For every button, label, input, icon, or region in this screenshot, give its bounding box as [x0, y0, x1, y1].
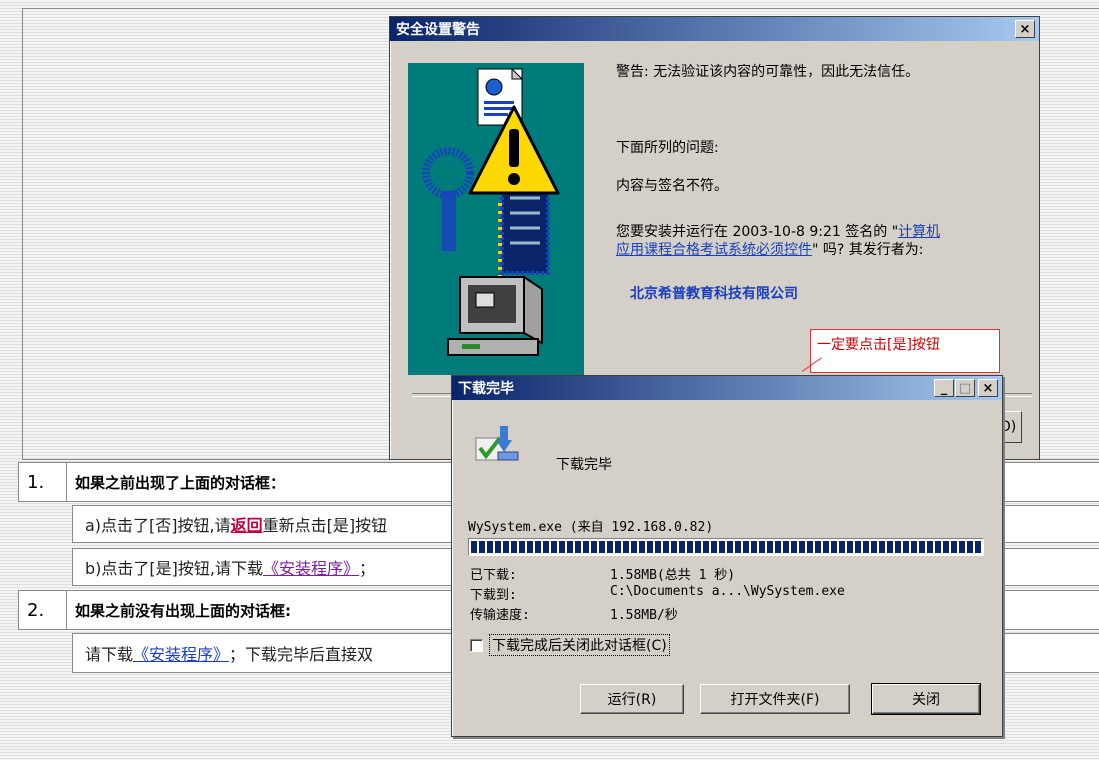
section-2-number: 2. — [19, 591, 67, 629]
security-illustration-svg — [422, 67, 560, 356]
open-folder-button[interactable]: 打开文件夹(F) — [700, 684, 850, 714]
download-complete-dialog: 下载完毕 _ □ × 下载完毕 WySystem.exe (来自 192.168… — [451, 375, 1003, 737]
section-2-suffix: ；下载完毕后直接双 — [229, 645, 374, 664]
download-header: 下载完毕 — [556, 457, 612, 473]
problem-item: 内容与签名不符。 — [616, 178, 728, 194]
run-button[interactable]: 运行(R) — [580, 684, 684, 714]
close-on-complete-checkbox[interactable] — [470, 638, 483, 652]
speed-label: 传输速度: — [470, 608, 530, 623]
item-b-text: b)点击了[是]按钮,请下载 — [85, 559, 263, 578]
item-a-suffix: 重新点击[是]按钮 — [262, 516, 388, 535]
section-1-number: 1. — [19, 463, 67, 501]
file-source-line: WySystem.exe (来自 192.168.0.82) — [468, 520, 714, 535]
download-progress-bar — [468, 538, 984, 556]
section-1-title: 如果之前出现了上面的对话框： — [75, 473, 286, 492]
saved-to-value: C:\Documents a...\WySystem.exe — [610, 584, 845, 599]
saved-to-label: 下载到: — [470, 588, 517, 603]
back-link[interactable]: 返回 — [231, 512, 263, 536]
security-dialog-title: 安全设置警告 — [396, 22, 480, 38]
close-button[interactable]: 关闭 — [871, 683, 981, 715]
installer-link-2[interactable]: 《安装程序》 — [133, 641, 229, 665]
item-b-suffix: ； — [359, 559, 376, 578]
item-a-text: a)点击了[否]按钮,请 — [85, 516, 231, 535]
warning-text: 警告: 无法验证该内容的可靠性，因此无法信任。 — [616, 64, 920, 80]
close-on-complete-option: 下载完成后关闭此对话框(C) — [470, 634, 670, 656]
download-complete-icon-svg — [475, 426, 519, 461]
download-dialog-titlebar: 下载完毕 _ □ × — [452, 376, 1002, 400]
downloaded-label: 已下载: — [470, 568, 517, 583]
publisher-name: 北京希普教育科技有限公司 — [630, 286, 798, 302]
security-dialog-titlebar: 安全设置警告 × — [390, 17, 1039, 41]
speed-value: 1.58MB/秒 — [610, 608, 678, 623]
question-prefix: 您要安装并运行在 2003-10-8 9:21 签名的 " — [616, 224, 899, 240]
problems-heading: 下面所列的问题: — [616, 140, 719, 156]
downloaded-value: 1.58MB(总共 1 秒) — [610, 568, 736, 583]
download-dialog-title: 下载完毕 — [458, 381, 514, 397]
progress-fill — [471, 541, 981, 553]
security-dialog-close-button[interactable]: × — [1015, 20, 1035, 38]
security-warning-illustration — [408, 63, 584, 375]
maximize-button[interactable]: □ — [955, 379, 975, 397]
installer-link-1[interactable]: 《安装程序》 — [263, 555, 359, 579]
download-complete-icon — [474, 424, 520, 464]
question-suffix: " 吗? 其发行者为: — [812, 242, 924, 258]
section-2-text: 请下载 — [85, 645, 134, 664]
callout-note: 一定要点击[是]按钮 — [810, 329, 1000, 373]
section-2-title: 如果之前没有出现上面的对话框: — [75, 601, 292, 620]
install-question: 您要安装并运行在 2003-10-8 9:21 签名的 "计算机应用课程合格考试… — [616, 223, 1026, 259]
control-name-link[interactable]: 计算机 — [898, 224, 940, 240]
download-dialog-close-x[interactable]: × — [978, 379, 998, 397]
close-on-complete-label[interactable]: 下载完成后关闭此对话框(C) — [489, 634, 670, 656]
control-name-link-2[interactable]: 应用课程合格考试系统必须控件 — [616, 242, 812, 258]
minimize-button[interactable]: _ — [934, 379, 954, 397]
